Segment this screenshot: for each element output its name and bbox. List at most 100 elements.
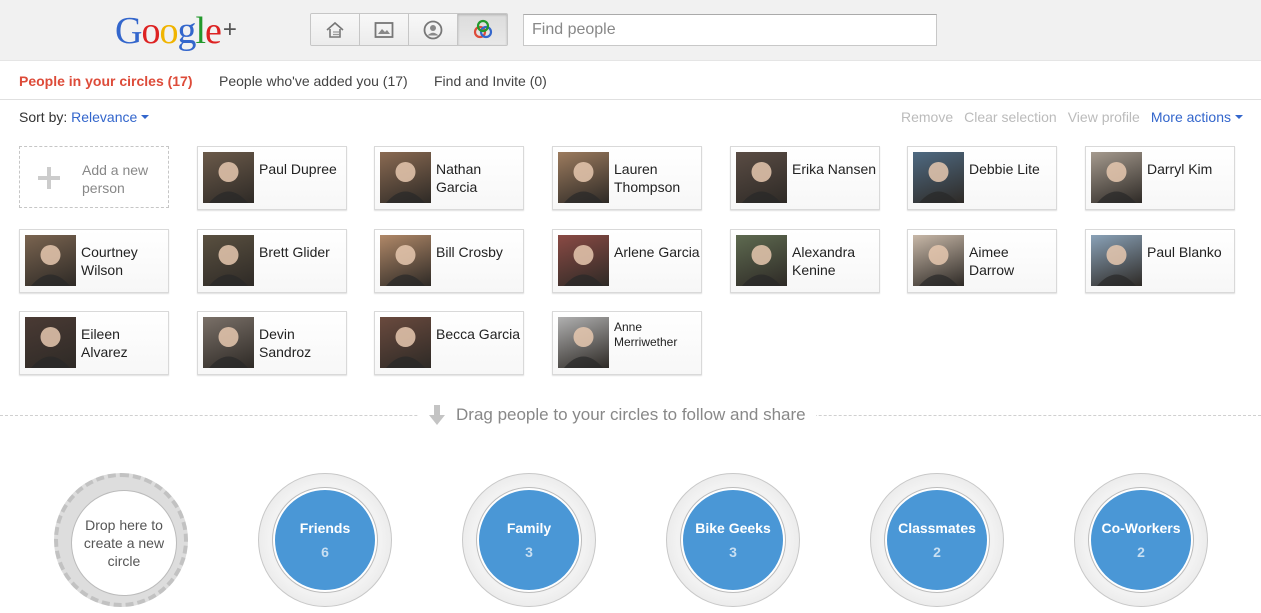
- home-nav-button[interactable]: [311, 14, 360, 45]
- photos-nav-button[interactable]: [360, 14, 409, 45]
- logo-plus: +: [222, 16, 237, 43]
- photos-icon: [374, 21, 394, 38]
- person-name: Alexandra Kenine: [792, 244, 856, 278]
- person-name: Arlene Garcia: [614, 244, 700, 260]
- circle-name: Bike Geeks: [695, 520, 771, 536]
- circle-family[interactable]: Family 3: [462, 473, 596, 607]
- top-bar: Google+: [0, 0, 1261, 61]
- profile-nav-button[interactable]: [409, 14, 458, 45]
- person-name: Paul Dupree: [259, 161, 337, 177]
- person-card[interactable]: Devin Sandroz: [197, 311, 347, 375]
- circle-friends[interactable]: Friends 6: [258, 473, 392, 607]
- circle-inner: Friends 6: [273, 488, 377, 592]
- main-nav: [310, 13, 508, 46]
- circle-name: Classmates: [898, 520, 976, 536]
- chevron-down-icon: [1235, 115, 1243, 119]
- tab-people-in-your-circles[interactable]: People in your circles (17): [19, 73, 193, 89]
- person-card[interactable]: Paul Dupree: [197, 146, 347, 210]
- drag-hint: Drag people to your circles to follow an…: [418, 404, 816, 426]
- person-card[interactable]: Arlene Garcia: [552, 229, 702, 293]
- circle-count: 2: [1137, 544, 1145, 560]
- person-avatar: [558, 235, 609, 286]
- tab-find-and-invite[interactable]: Find and Invite (0): [434, 73, 547, 89]
- person-card[interactable]: Brett Glider: [197, 229, 347, 293]
- person-name: Paul Blanko: [1147, 244, 1222, 260]
- new-circle-label: Drop here to create a new circle: [83, 517, 165, 569]
- person-avatar: [203, 317, 254, 368]
- circle-inner: Bike Geeks 3: [681, 488, 785, 592]
- person-card[interactable]: Becca Garcia: [374, 311, 524, 375]
- person-card[interactable]: Courtney Wilson: [19, 229, 169, 293]
- person-card[interactable]: Lauren Thompson: [552, 146, 702, 210]
- person-avatar: [558, 152, 609, 203]
- circles-tabs: People in your circles (17) People who'v…: [0, 62, 1261, 100]
- person-name: Brett Glider: [259, 244, 330, 260]
- add-new-person-card[interactable]: Add a new person: [19, 146, 169, 208]
- person-name: Becca Garcia: [436, 326, 521, 342]
- person-name: Darryl Kim: [1147, 161, 1213, 177]
- person-avatar: [380, 235, 431, 286]
- add-new-person-label: Add a new person: [82, 162, 149, 196]
- new-circle-dropzone[interactable]: Drop here to create a new circle: [54, 473, 188, 607]
- person-avatar: [380, 152, 431, 203]
- person-name: Lauren Thompson: [614, 161, 681, 195]
- remove-button[interactable]: Remove: [901, 109, 953, 125]
- person-name: Eileen Alvarez: [81, 326, 128, 360]
- home-icon: [326, 21, 344, 38]
- person-name: Erika Nansen: [792, 161, 877, 177]
- person-name: Aimee Darrow: [969, 244, 1015, 278]
- circle-co-workers[interactable]: Co-Workers 2: [1074, 473, 1208, 607]
- person-card[interactable]: Eileen Alvarez: [19, 311, 169, 375]
- person-avatar: [203, 235, 254, 286]
- circle-name: Friends: [299, 520, 351, 536]
- view-profile-button[interactable]: View profile: [1068, 109, 1140, 125]
- logo-text: Google: [115, 10, 222, 52]
- person-avatar: [913, 235, 964, 286]
- clear-selection-button[interactable]: Clear selection: [964, 109, 1057, 125]
- person-avatar: [380, 317, 431, 368]
- circle-inner: Classmates 2: [885, 488, 989, 592]
- sort-bar: Sort by: Relevance: [19, 109, 150, 125]
- more-actions-dropdown[interactable]: More actions: [1151, 109, 1243, 125]
- person-card[interactable]: Erika Nansen: [730, 146, 880, 210]
- person-name: Courtney Wilson: [81, 244, 138, 278]
- person-card[interactable]: Darryl Kim: [1085, 146, 1235, 210]
- circle-count: 2: [933, 544, 941, 560]
- sort-dropdown[interactable]: Relevance: [71, 109, 150, 125]
- circle-name: Co-Workers: [1101, 520, 1181, 536]
- circles-nav-button[interactable]: [458, 14, 507, 45]
- sort-value: Relevance: [71, 109, 138, 125]
- more-actions-label: More actions: [1150, 109, 1231, 125]
- circle-classmates[interactable]: Classmates 2: [870, 473, 1004, 607]
- tab-people-who-added-you[interactable]: People who've added you (17): [219, 73, 408, 89]
- person-avatar: [913, 152, 964, 203]
- google-plus-logo[interactable]: Google+: [115, 8, 237, 53]
- chevron-down-icon: [141, 115, 150, 119]
- circle-count: 3: [525, 544, 533, 560]
- person-avatar: [1091, 152, 1142, 203]
- find-people-input[interactable]: [523, 14, 937, 46]
- person-card[interactable]: Alexandra Kenine: [730, 229, 880, 293]
- person-avatar: [736, 235, 787, 286]
- circle-name: Family: [506, 520, 552, 536]
- person-name: Debbie Lite: [969, 161, 1040, 177]
- person-card[interactable]: Anne Merriwether: [552, 311, 702, 375]
- person-name: Nathan Garcia: [436, 161, 482, 195]
- person-card[interactable]: Paul Blanko: [1085, 229, 1235, 293]
- drag-hint-text: Drag people to your circles to follow an…: [456, 405, 806, 424]
- arrow-down-icon: [429, 405, 445, 425]
- new-circle-inner: Drop here to create a new circle: [72, 491, 176, 595]
- person-name: Devin Sandroz: [259, 326, 312, 360]
- person-avatar: [736, 152, 787, 203]
- person-card[interactable]: Aimee Darrow: [907, 229, 1057, 293]
- person-card[interactable]: Bill Crosby: [374, 229, 524, 293]
- circle-bike-geeks[interactable]: Bike Geeks 3: [666, 473, 800, 607]
- circles-icon: [473, 19, 492, 38]
- plus-icon: [38, 167, 60, 189]
- person-card[interactable]: Nathan Garcia: [374, 146, 524, 210]
- circle-count: 3: [729, 544, 737, 560]
- person-card[interactable]: Debbie Lite: [907, 146, 1057, 210]
- person-avatar: [25, 317, 76, 368]
- person-avatar: [558, 317, 609, 368]
- person-name: Anne Merriwether: [614, 320, 678, 349]
